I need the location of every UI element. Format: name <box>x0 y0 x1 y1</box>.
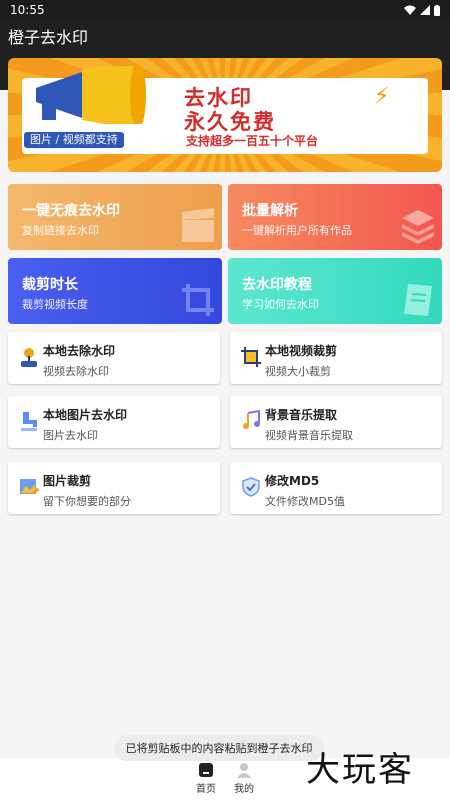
card-subtitle: 学习如何去水印 <box>242 298 319 311</box>
crop-frame-icon <box>241 347 261 367</box>
card-one-click-remove[interactable]: 一键无痕去水印 复制链接去水印 <box>8 184 222 250</box>
wifi-icon <box>404 5 416 15</box>
user-icon <box>237 763 251 778</box>
card-subtitle: 裁剪视频长度 <box>22 298 88 311</box>
card-subtitle: 复制链接去水印 <box>22 224 99 237</box>
banner-subtitle: 支持超多一百五十个平台 <box>186 134 319 148</box>
card-batch-parse[interactable]: 批量解析 一键解析用户所有作品 <box>228 184 442 250</box>
tile-subtitle: 图片去水印 <box>43 429 98 442</box>
tile-title: 图片裁剪 <box>43 474 92 488</box>
card-tutorial[interactable]: 去水印教程 学习如何去水印 <box>228 258 442 324</box>
faucet-icon <box>21 412 37 431</box>
card-title: 去水印教程 <box>242 277 312 293</box>
signal-icon <box>420 5 430 15</box>
tile-subtitle: 文件修改MD5值 <box>265 495 345 508</box>
tile-bgm-extract[interactable]: 背景音乐提取 视频背景音乐提取 <box>230 396 442 448</box>
banner-pill: 图片 / 视频都支持 <box>24 132 124 148</box>
tile-subtitle: 视频大小裁剪 <box>265 365 331 378</box>
status-time: 10:55 <box>10 3 45 17</box>
card-subtitle: 一键解析用户所有作品 <box>242 224 352 237</box>
tab-home-label: 首页 <box>196 784 216 795</box>
shield-icon <box>242 477 260 497</box>
watermark-logo: 大玩客 <box>306 750 414 790</box>
tile-local-image-remove[interactable]: 本地图片去水印 图片去水印 <box>8 396 220 448</box>
tile-title: 本地视频裁剪 <box>265 344 338 358</box>
tile-subtitle: 视频背景音乐提取 <box>265 429 353 442</box>
clapperboard-icon <box>182 208 214 242</box>
app-title: 橙子去水印 <box>8 28 89 47</box>
tab-home[interactable]: 首页 <box>186 762 226 795</box>
lightning-icon: ⚡ <box>374 84 390 109</box>
promo-banner[interactable]: 图片 / 视频都支持 去水印 永久免费 支持超多一百五十个平台 ⚡ <box>8 58 442 172</box>
book-icon <box>404 284 432 316</box>
music-note-icon <box>243 410 260 429</box>
tile-title: 背景音乐提取 <box>265 408 338 422</box>
joystick-icon <box>21 348 37 367</box>
tab-mine[interactable]: 我的 <box>224 762 264 795</box>
tile-image-crop[interactable]: 图片裁剪 留下你想要的部分 <box>8 462 220 514</box>
tile-local-remove-watermark[interactable]: 本地去除水印 视频去除水印 <box>8 332 220 384</box>
clipboard-toast: 已将剪贴板中的内容粘贴到橙子去水印 <box>114 735 324 761</box>
megaphone-icon <box>36 66 146 124</box>
card-title: 批量解析 <box>242 203 298 219</box>
card-trim-duration[interactable]: 裁剪时长 裁剪视频长度 <box>8 258 222 324</box>
tile-subtitle: 留下你想要的部分 <box>43 495 131 508</box>
tab-mine-label: 我的 <box>234 784 254 795</box>
tile-local-video-crop[interactable]: 本地视频裁剪 视频大小裁剪 <box>230 332 442 384</box>
image-edit-icon <box>20 479 40 495</box>
tile-modify-md5[interactable]: 修改MD5 文件修改MD5值 <box>230 462 442 514</box>
battery-icon <box>434 4 440 16</box>
tile-subtitle: 视频去除水印 <box>43 365 109 378</box>
status-bar: 10:55 <box>0 0 450 20</box>
card-title: 裁剪时长 <box>22 277 78 293</box>
card-title: 一键无痕去水印 <box>22 203 120 219</box>
home-icon <box>199 763 213 777</box>
layers-icon <box>402 210 434 244</box>
tile-title: 本地去除水印 <box>43 344 116 358</box>
tile-title: 本地图片去水印 <box>43 408 128 422</box>
tile-title: 修改MD5 <box>265 474 320 488</box>
crop-icon <box>182 284 214 316</box>
